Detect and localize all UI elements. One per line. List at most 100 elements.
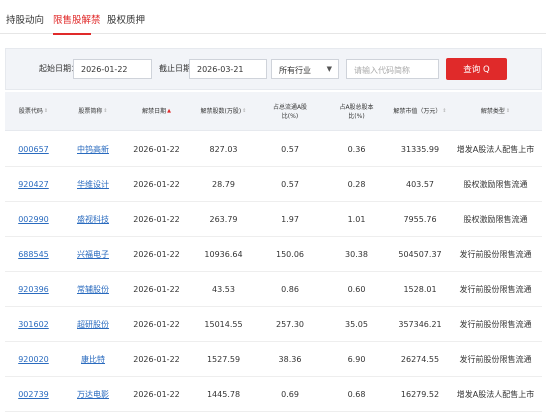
filter-bar: 起始日期： 2026-01-22 截止日期： 2026-03-21 所有行业 ▼… (5, 48, 542, 90)
cell-name[interactable]: 康比特 (62, 342, 124, 377)
cell-shares: 43.53 (212, 285, 235, 294)
cell-market-value: 7955.76 (403, 215, 437, 224)
cell-total-ratio: 6.90 (347, 355, 366, 364)
col-header-date[interactable]: 解禁日期 ▲ (124, 92, 189, 131)
cell-shares: 1527.59 (206, 355, 241, 364)
cell-float-ratio: 150.06 (276, 250, 304, 259)
cell-market-value: 1528.01 (403, 285, 437, 294)
tab-holding-trend[interactable]: 持股动向 (6, 12, 44, 26)
cell-name[interactable]: 中钨高新 (62, 132, 124, 167)
cell-code-link[interactable]: 920396 (18, 285, 49, 294)
cell-code[interactable]: 920396 (5, 272, 62, 307)
start-date-input[interactable]: 2026-01-22 (73, 59, 152, 79)
cell-code-link[interactable]: 688545 (18, 250, 49, 259)
search-input[interactable]: 请输入代码简称 (346, 59, 439, 79)
cell-float-ratio: 0.57 (281, 180, 299, 189)
industry-select-value: 所有行业 (279, 66, 311, 75)
cell-total-ratio: 0.36 (347, 145, 366, 154)
cell-name[interactable]: 超研股份 (62, 307, 124, 342)
table-row: 920020 康比特 2026-01-22 1527.59 38.36 6.90 26274… (5, 342, 542, 377)
tab-bar: 持股动向 限售股解禁 股权质押 (0, 0, 546, 35)
cell-code-link[interactable]: 000657 (18, 145, 49, 154)
col-header-name[interactable]: 股票简称 ⇕ (62, 92, 124, 131)
cell-date: 2026-01-22 (133, 180, 180, 189)
cell-code-link[interactable]: 920020 (18, 355, 49, 364)
cell-total-ratio: 35.05 (345, 320, 368, 329)
cell-total-ratio: 0.68 (347, 390, 366, 399)
cell-name-link[interactable]: 康比特 (81, 354, 105, 365)
cell-name-link[interactable]: 盛视科技 (77, 214, 109, 225)
tab-restricted-unlock[interactable]: 限售股解禁 (53, 12, 101, 26)
cell-shares: 10936.64 (204, 250, 243, 259)
cell-name[interactable]: 盛视科技 (62, 202, 124, 237)
cell-name-link[interactable]: 超研股份 (77, 319, 109, 330)
cell-total-ratio: 0.28 (347, 180, 366, 189)
cell-shares: 263.79 (209, 215, 238, 224)
cell-date: 2026-01-22 (133, 320, 180, 329)
cell-name[interactable]: 兴福电子 (62, 237, 124, 272)
cell-code[interactable]: 920020 (5, 342, 62, 377)
cell-float-ratio: 0.86 (281, 285, 299, 294)
cell-date: 2026-01-22 (133, 390, 180, 399)
cell-shares: 15014.55 (204, 320, 243, 329)
cell-name-link[interactable]: 兴福电子 (77, 249, 109, 260)
active-tab-indicator (53, 33, 91, 35)
cell-code-link[interactable]: 002739 (18, 390, 49, 399)
cell-code[interactable]: 920427 (5, 167, 62, 202)
table-row: 301602 超研股份 2026-01-22 15014.55 257.30 35.05 3… (5, 307, 542, 342)
end-date-input[interactable]: 2026-03-21 (189, 59, 267, 79)
cell-shares: 28.79 (212, 180, 235, 189)
cell-code[interactable]: 002739 (5, 377, 62, 412)
cell-name[interactable]: 万达电影 (62, 377, 124, 412)
col-header-type[interactable]: 解禁类型 ⇕ (449, 92, 542, 131)
cell-total-ratio: 0.60 (347, 285, 366, 294)
cell-code[interactable]: 688545 (5, 237, 62, 272)
cell-type: 增发A股法人配售上市 (456, 145, 535, 154)
cell-name-link[interactable]: 万达电影 (77, 389, 109, 400)
col-header-float-ratio[interactable]: 占总流通A股比(%) (258, 92, 322, 131)
query-button[interactable]: 查询 Q (446, 58, 507, 80)
cell-code[interactable]: 002990 (5, 202, 62, 237)
cell-name[interactable]: 常辅股份 (62, 272, 124, 307)
cell-code-link[interactable]: 301602 (18, 320, 49, 329)
cell-float-ratio: 0.69 (281, 390, 299, 399)
cell-name-link[interactable]: 中钨高新 (77, 144, 109, 155)
cell-type: 发行前股份限售流通 (459, 285, 532, 294)
cell-code-link[interactable]: 002990 (18, 215, 49, 224)
cell-code[interactable]: 000657 (5, 132, 62, 167)
cell-name-link[interactable]: 常辅股份 (77, 284, 109, 295)
col-header-code[interactable]: 股票代码 ⇕ (5, 92, 62, 131)
cell-total-ratio: 30.38 (345, 250, 368, 259)
table-header: 股票代码 ⇕ 股票简称 ⇕ 解禁日期 ▲ 解禁股数(万股) ⇕ 占总流通A股比(%) 占… (5, 92, 542, 131)
col-header-shares[interactable]: 解禁股数(万股) ⇕ (189, 92, 258, 131)
cell-market-value: 26274.55 (400, 355, 440, 364)
cell-date: 2026-01-22 (133, 145, 180, 154)
chevron-down-icon: ▼ (326, 65, 332, 73)
table-row: 688545 兴福电子 2026-01-22 10936.64 150.06 30.38 5… (5, 237, 542, 272)
table-row: 920427 华维设计 2026-01-22 28.79 0.57 0.28 403.57 股… (5, 167, 542, 202)
cell-market-value: 504507.37 (398, 250, 442, 259)
cell-type: 股权激励限售流通 (463, 180, 528, 189)
cell-type: 发行前股份限售流通 (459, 355, 532, 364)
cell-code[interactable]: 301602 (5, 307, 62, 342)
table-row: 002739 万达电影 2026-01-22 1445.78 0.69 0.68 16279… (5, 377, 542, 412)
cell-name-link[interactable]: 华维设计 (77, 179, 109, 190)
col-header-total-ratio[interactable]: 占A股总股本比(%) (322, 92, 391, 131)
industry-select[interactable]: 所有行业 ▼ (271, 59, 339, 79)
table-row: 920396 常辅股份 2026-01-22 43.53 0.86 0.60 1528.01… (5, 272, 542, 307)
cell-shares: 1445.78 (206, 390, 241, 399)
cell-float-ratio: 1.97 (281, 215, 299, 224)
cell-float-ratio: 257.30 (276, 320, 304, 329)
table-row: 000657 中钨高新 2026-01-22 827.03 0.57 0.36 31335.… (5, 132, 542, 167)
cell-shares: 827.03 (209, 145, 238, 154)
cell-total-ratio: 1.01 (347, 215, 366, 224)
cell-float-ratio: 0.57 (281, 145, 299, 154)
cell-code-link[interactable]: 920427 (18, 180, 49, 189)
cell-float-ratio: 38.36 (278, 355, 302, 364)
cell-date: 2026-01-22 (133, 355, 180, 364)
cell-name[interactable]: 华维设计 (62, 167, 124, 202)
col-header-market-value[interactable]: 解禁市值（万元） ⇕ (391, 92, 449, 131)
cell-market-value: 31335.99 (400, 145, 440, 154)
cell-type: 发行前股份限售流通 (459, 320, 532, 329)
tab-equity-pledge[interactable]: 股权质押 (107, 12, 145, 26)
